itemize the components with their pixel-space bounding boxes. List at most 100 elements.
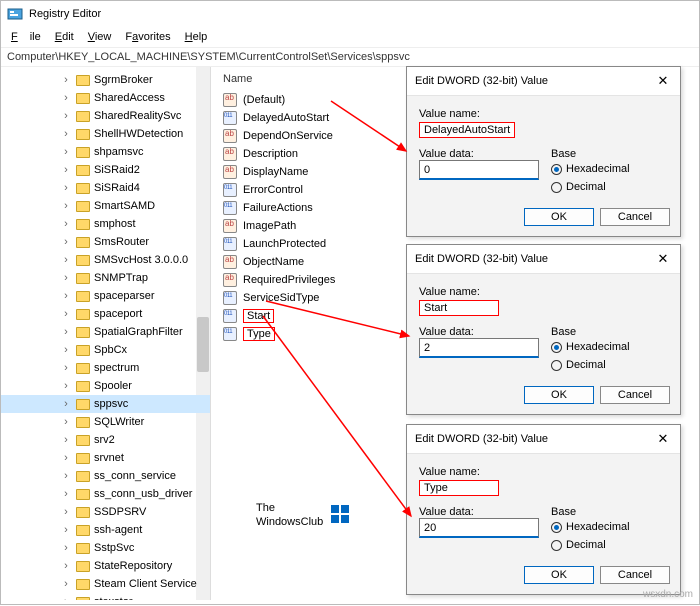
tree-item-sisraid4[interactable]: ›SiSRaid4 [1,179,210,197]
tree-item-spectrum[interactable]: ›spectrum [1,359,210,377]
chevron-right-icon[interactable]: › [61,362,71,374]
radio-decimal[interactable]: Decimal [551,178,668,196]
tree-item-ssdpsrv[interactable]: ›SSDPSRV [1,503,210,521]
ok-button[interactable]: OK [524,386,594,404]
chevron-right-icon[interactable]: › [61,200,71,212]
tree-item-sisraid2[interactable]: ›SiSRaid2 [1,161,210,179]
chevron-right-icon[interactable]: › [61,416,71,428]
chevron-right-icon[interactable]: › [61,578,71,590]
tree-item-snmptrap[interactable]: ›SNMPTrap [1,269,210,287]
tree-item-sqlwriter[interactable]: ›SQLWriter [1,413,210,431]
radio-hexadecimal[interactable]: Hexadecimal [551,518,668,536]
close-icon[interactable]: ✕ [654,251,672,267]
ok-button[interactable]: OK [524,208,594,226]
cancel-button[interactable]: Cancel [600,386,670,404]
tree-panel: ›SgrmBroker›SharedAccess›SharedRealitySv… [1,67,211,600]
tree-item-label: ssh-agent [94,524,142,536]
tree-item-staterepository[interactable]: ›StateRepository [1,557,210,575]
value-name-field[interactable]: Type [419,480,499,496]
address-bar[interactable]: Computer\HKEY_LOCAL_MACHINE\SYSTEM\Curre… [1,47,699,67]
tree-item-steam-client-service[interactable]: › Steam Client Service [1,575,210,593]
tree-item-stexstor[interactable]: ›stexstor [1,593,210,600]
chevron-right-icon[interactable]: › [61,380,71,392]
chevron-right-icon[interactable]: › [61,326,71,338]
chevron-right-icon[interactable]: › [61,524,71,536]
ok-button[interactable]: OK [524,566,594,584]
folder-icon [76,507,90,518]
chevron-right-icon[interactable]: › [61,308,71,320]
tree-item-smsvchost-3-0-0-0[interactable]: ›SMSvcHost 3.0.0.0 [1,251,210,269]
folder-icon [76,75,90,86]
chevron-right-icon[interactable]: › [61,182,71,194]
chevron-right-icon[interactable]: › [61,146,71,158]
chevron-right-icon[interactable]: › [61,452,71,464]
tree-item-sharedaccess[interactable]: ›SharedAccess [1,89,210,107]
tree-item-spbcx[interactable]: ›SpbCx [1,341,210,359]
chevron-right-icon[interactable]: › [61,344,71,356]
chevron-right-icon[interactable]: › [61,434,71,446]
tree-item-ss-conn-usb-driver[interactable]: ›ss_conn_usb_driver [1,485,210,503]
radio-decimal[interactable]: Decimal [551,356,668,374]
menu-favorites[interactable]: Favorites [119,29,176,45]
chevron-right-icon[interactable]: › [61,470,71,482]
value-data-input[interactable] [419,518,539,538]
tree-item-sppsvc[interactable]: ›sppsvc [1,395,210,413]
tree-item-smartsamd[interactable]: ›SmartSAMD [1,197,210,215]
window-title: Registry Editor [29,8,101,20]
chevron-right-icon[interactable]: › [61,164,71,176]
chevron-right-icon[interactable]: › [61,74,71,86]
close-icon[interactable]: ✕ [654,431,672,447]
radio-hexadecimal[interactable]: Hexadecimal [551,338,668,356]
chevron-right-icon[interactable]: › [61,542,71,554]
value-data-input[interactable] [419,160,539,180]
folder-icon [76,597,90,601]
menu-edit[interactable]: Edit [49,29,80,45]
chevron-right-icon[interactable]: › [61,506,71,518]
menu-view[interactable]: View [82,29,118,45]
value-data-input[interactable] [419,338,539,358]
menu-help[interactable]: Help [179,29,214,45]
value-name-label: Value name: [419,286,668,298]
close-icon[interactable]: ✕ [654,73,672,89]
cancel-button[interactable]: Cancel [600,566,670,584]
tree-item-spatialgraphfilter[interactable]: ›SpatialGraphFilter [1,323,210,341]
tree-item-shellhwdetection[interactable]: ›ShellHWDetection [1,125,210,143]
folder-icon [76,237,90,248]
tree-item-ss-conn-service[interactable]: ›ss_conn_service [1,467,210,485]
chevron-right-icon[interactable]: › [61,596,71,600]
tree-item-shpamsvc[interactable]: ›shpamsvc [1,143,210,161]
folder-icon [76,327,90,338]
tree-item-label: Steam Client Service [94,578,197,590]
value-name-field[interactable]: DelayedAutoStart [419,122,515,138]
cancel-button[interactable]: Cancel [600,208,670,226]
chevron-right-icon[interactable]: › [61,560,71,572]
chevron-right-icon[interactable]: › [61,128,71,140]
value-name-field[interactable]: Start [419,300,499,316]
chevron-right-icon[interactable]: › [61,110,71,122]
chevron-right-icon[interactable]: › [61,272,71,284]
radio-hexadecimal[interactable]: Hexadecimal [551,160,668,178]
chevron-right-icon[interactable]: › [61,218,71,230]
menu-file[interactable]: File [5,29,47,45]
chevron-right-icon[interactable]: › [61,290,71,302]
value-name-label: Value name: [419,108,668,120]
chevron-right-icon[interactable]: › [61,254,71,266]
tree-item-ssh-agent[interactable]: › ssh-agent [1,521,210,539]
chevron-right-icon[interactable]: › [61,488,71,500]
tree-item-spooler[interactable]: ›Spooler [1,377,210,395]
chevron-right-icon[interactable]: › [61,236,71,248]
tree-item-smphost[interactable]: ›smphost [1,215,210,233]
chevron-right-icon[interactable]: › [61,398,71,410]
tree-item-sgrmbroker[interactable]: ›SgrmBroker [1,71,210,89]
tree-item-sharedrealitysvc[interactable]: ›SharedRealitySvc [1,107,210,125]
tree-item-smsrouter[interactable]: ›SmsRouter [1,233,210,251]
tree-item-srvnet[interactable]: ›srvnet [1,449,210,467]
dialog-start: Edit DWORD (32-bit) Value✕ Value name: S… [406,244,681,415]
radio-decimal[interactable]: Decimal [551,536,668,554]
tree-item-spaceport[interactable]: ›spaceport [1,305,210,323]
tree-item-sstpsvc[interactable]: ›SstpSvc [1,539,210,557]
tree-item-spaceparser[interactable]: ›spaceparser [1,287,210,305]
windows-icon [331,505,351,525]
chevron-right-icon[interactable]: › [61,92,71,104]
tree-item-srv2[interactable]: ›srv2 [1,431,210,449]
